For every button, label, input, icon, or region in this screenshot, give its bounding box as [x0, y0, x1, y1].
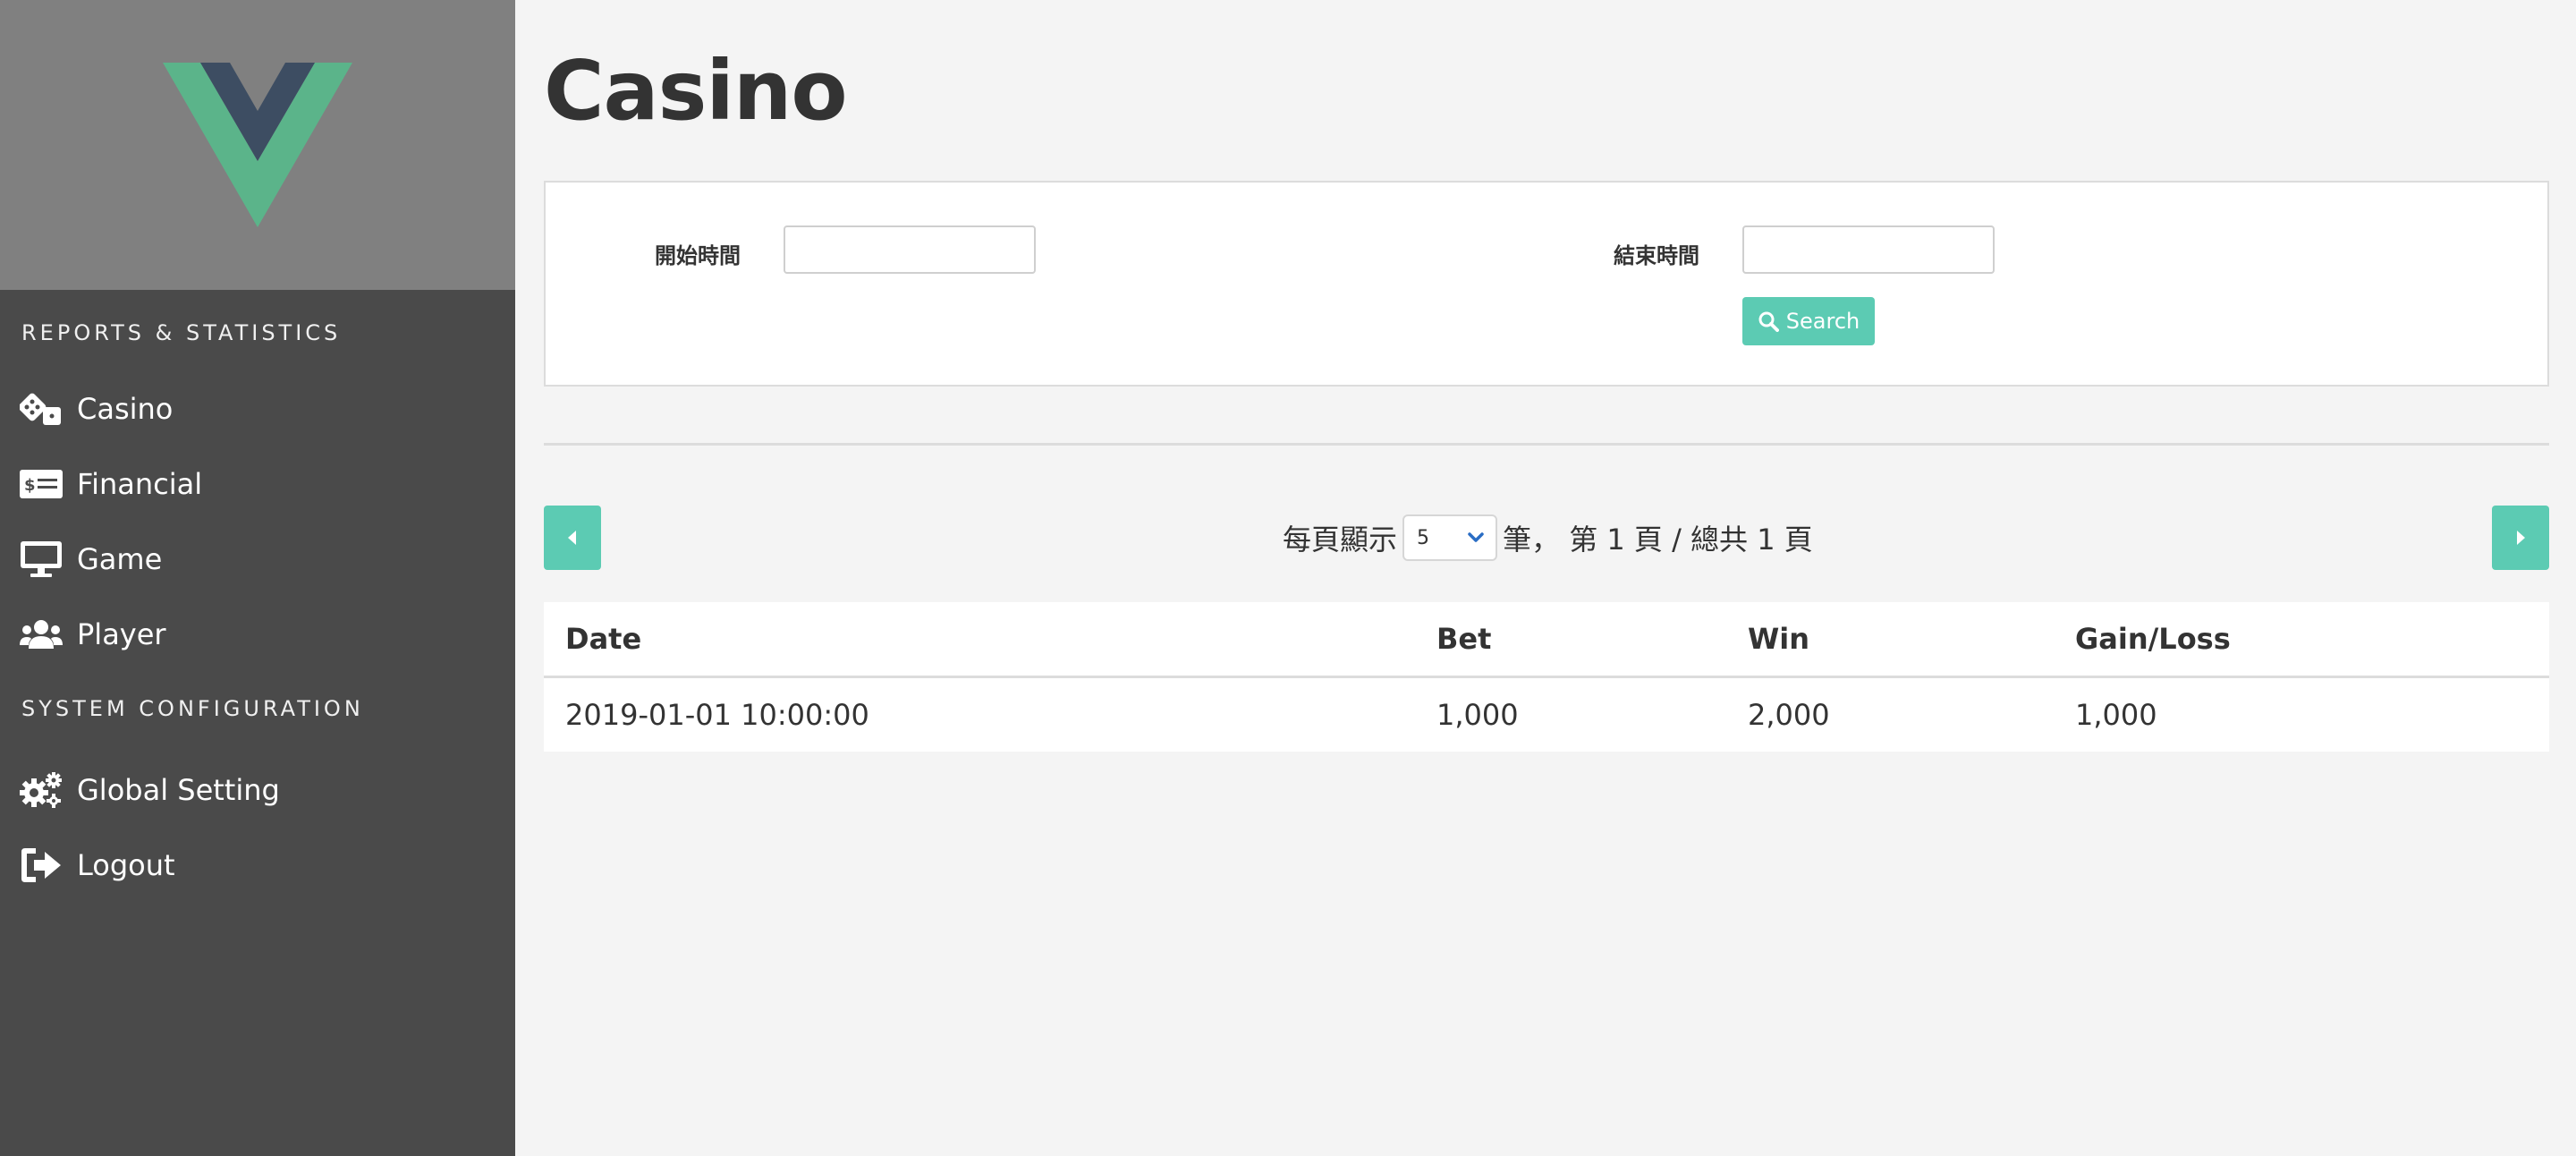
start-time-input[interactable]: [784, 225, 1036, 274]
start-time-label: 開始時間: [655, 243, 741, 268]
search-button[interactable]: Search: [1742, 297, 1875, 345]
section-title-reports: REPORTS & STATISTICS: [21, 320, 342, 345]
sidebar-item-label: Financial: [77, 467, 203, 501]
sign-out-icon: [20, 846, 64, 884]
table-header-row: Date Bet Win Gain/Loss: [544, 602, 2549, 678]
sidebar-item-game[interactable]: Game: [20, 540, 162, 578]
next-page-button[interactable]: [2492, 506, 2549, 570]
divider: [544, 443, 2549, 446]
end-time-label: 結束時間: [1614, 243, 1699, 268]
search-icon: [1758, 311, 1779, 332]
cell-bet: 1,000: [1436, 698, 1519, 732]
chevron-down-icon: [1468, 532, 1484, 542]
page-status-text: 筆， 第 1 頁 / 總共 1 頁: [1503, 523, 1813, 557]
page-size-value: 5: [1417, 526, 1430, 549]
page-size-prefix: 每頁顯示: [1283, 523, 1398, 557]
column-header-win: Win: [1726, 602, 2054, 678]
page-size-select[interactable]: 5: [1402, 514, 1498, 561]
sidebar-item-label: Global Setting: [77, 773, 280, 807]
section-title-system: SYSTEM CONFIGURATION: [21, 696, 364, 721]
vue-logo: [163, 63, 352, 227]
logo-area: [0, 0, 515, 290]
column-header-gain-loss: Gain/Loss: [2054, 602, 2549, 678]
caret-left-icon: [568, 531, 576, 545]
results-table: Date Bet Win Gain/Loss 2019-01-01 10:00:…: [544, 602, 2549, 752]
search-panel: 開始時間 結束時間 Search: [544, 181, 2549, 387]
cell-win: 2,000: [1748, 698, 1830, 732]
svg-text:$: $: [24, 476, 36, 495]
sidebar-item-label: Player: [77, 617, 166, 651]
search-button-label: Search: [1785, 309, 1860, 334]
end-time-input[interactable]: [1742, 225, 1995, 274]
table-row: 2019-01-01 10:00:00 1,000 2,000 1,000: [544, 677, 2549, 752]
cell-gain-loss: 1,000: [2075, 698, 2157, 732]
column-header-bet: Bet: [1415, 602, 1726, 678]
sidebar-item-label: Logout: [77, 848, 175, 882]
money-check-icon: $: [20, 465, 64, 503]
dice-icon: [20, 390, 64, 428]
sidebar-item-casino[interactable]: Casino: [20, 390, 173, 428]
cell-date: 2019-01-01 10:00:00: [565, 698, 869, 732]
sidebar: REPORTS & STATISTICS Casino $ Financial …: [0, 0, 515, 1156]
desktop-icon: [20, 540, 64, 578]
users-icon: [20, 616, 64, 653]
sidebar-item-global-setting[interactable]: Global Setting: [20, 771, 280, 809]
sidebar-item-logout[interactable]: Logout: [20, 846, 175, 884]
sidebar-item-financial[interactable]: $ Financial: [20, 465, 202, 503]
prev-page-button[interactable]: [544, 506, 601, 570]
sidebar-item-label: Casino: [77, 392, 174, 426]
sidebar-item-player[interactable]: Player: [20, 616, 166, 653]
cogs-icon: [20, 771, 64, 809]
pagination-info: 每頁顯示 5 筆， 第 1 頁 / 總共 1 頁: [1283, 506, 1813, 570]
column-header-date: Date: [544, 602, 1415, 678]
main-content: Casino 開始時間 結束時間 Search 每頁顯示 5 筆， 第 1 頁 …: [544, 0, 2551, 1156]
page-title: Casino: [544, 43, 848, 139]
sidebar-item-label: Game: [77, 542, 163, 576]
caret-right-icon: [2517, 531, 2525, 545]
